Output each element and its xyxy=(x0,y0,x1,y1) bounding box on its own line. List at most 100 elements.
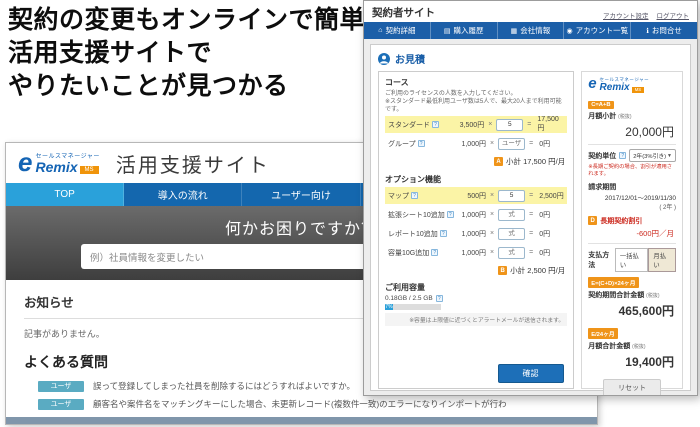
long-term-discount-label: 長期契約割引 xyxy=(600,217,643,225)
nav-tab-introduction[interactable]: 導入の流れ xyxy=(124,183,243,206)
subtotal-a-badge: A xyxy=(494,157,503,167)
usage-value: 0.18GB / 2.5 GB xyxy=(385,295,433,303)
tax-note: (税抜) xyxy=(646,292,660,299)
tax-note: (税抜) xyxy=(618,114,632,120)
support-site-footer-bar xyxy=(6,417,597,424)
tab-inquiry[interactable]: ℹ お問合せ xyxy=(631,22,697,39)
contract-site-header: 契約者サイト アカウント設定 ログアウト xyxy=(364,1,697,22)
usage-heading: ご利用容量 xyxy=(385,283,425,293)
estimate-heading: お見積 xyxy=(395,55,425,66)
tab-label: アカウント一覧 xyxy=(575,26,629,35)
tax-note: (税抜) xyxy=(632,343,646,350)
help-icon[interactable]: ? xyxy=(446,211,454,219)
contract-site-body: お見積 コース ご利用のライセンスの人数を入力してください。 ※スタンダード最低… xyxy=(364,39,697,395)
account-list-icon: ◉ xyxy=(566,27,573,35)
group-qty-input[interactable] xyxy=(498,137,526,150)
billing-span: ( 2年 ) xyxy=(659,204,676,211)
esales-logo: e セールスマネージャー Remix MS xyxy=(18,147,100,178)
headline: 契約の変更もオンラインで簡単 活用支援サイトで やりたいことが見つかる xyxy=(8,4,368,103)
tab-company-info[interactable]: ▦ 会社情報 xyxy=(498,22,565,39)
equals-sign: = xyxy=(529,211,534,219)
option-label: 容量10G追加 xyxy=(388,249,430,257)
contract-unit-value: 2年(3%引き) xyxy=(633,154,667,160)
logo-ms-badge: MS xyxy=(631,86,645,93)
company-info-icon: ▦ xyxy=(510,27,518,35)
option-label: 拡張シート10追加 xyxy=(388,211,445,219)
faq-item[interactable]: ユーザ 顧客名や案件名をマッチングキーにした場合、未更新レコード(複数件一致)の… xyxy=(38,398,579,410)
equals-sign: = xyxy=(529,140,534,148)
billing-period-value: 2017/12/01～2019/11/30 xyxy=(604,194,676,202)
page-title: 活用支援サイト xyxy=(115,154,270,177)
esales-logo-icon: e xyxy=(588,75,597,92)
search-placeholder: 例）社員情報を変更したい xyxy=(90,252,205,264)
payment-method-label: 支払方法 xyxy=(588,251,610,269)
course-note2: ※スタンダード最低利用ユーザ数は5人で、最大20人まで利用可能です。 xyxy=(385,99,562,114)
multiply-sign: × xyxy=(490,211,495,219)
estimate-person-icon xyxy=(378,52,390,65)
help-icon[interactable]: ? xyxy=(431,249,439,257)
contract-site-title: 契約者サイト xyxy=(372,7,435,19)
monthly-payment-button[interactable]: 月払い xyxy=(648,247,676,272)
row-total: 0円 xyxy=(539,211,551,219)
unit-price: 1,000円 xyxy=(461,249,486,257)
option-row-sheet: 拡張シート10追加 ? 1,000円 × = 0円 xyxy=(385,206,567,223)
summary-box: e セールスマネージャー Remix MS C=A+B 月額小計 (税抜) 20… xyxy=(581,71,683,395)
discount-value: -600円／月 xyxy=(636,228,674,238)
chevron-down-icon: ▼ xyxy=(667,152,672,159)
lump-sum-button[interactable]: 一括払い xyxy=(614,247,649,272)
unit-price: 1,000円 xyxy=(461,140,486,148)
account-settings-link[interactable]: アカウント設定 xyxy=(603,10,649,20)
contract-unit-label: 契約単位 xyxy=(588,152,617,160)
report-qty-input[interactable] xyxy=(498,227,526,240)
tab-label: お問合せ xyxy=(651,26,682,35)
help-icon[interactable]: ? xyxy=(411,192,418,200)
standard-qty-input[interactable] xyxy=(496,118,524,131)
multiply-sign: × xyxy=(490,140,495,148)
help-icon[interactable]: ? xyxy=(619,152,627,159)
billing-period-label: 請求期間 xyxy=(588,183,617,191)
row-total: 17,500円 xyxy=(537,116,559,133)
formula-d-badge: D xyxy=(588,216,598,226)
nav-tab-top[interactable]: TOP xyxy=(6,183,125,206)
discount-note: ※長期ご契約の場合、割引が適用されます。 xyxy=(588,164,673,177)
row-total: 0円 xyxy=(539,230,551,238)
unit-price: 1,000円 xyxy=(461,230,486,238)
multiply-sign: × xyxy=(490,192,495,200)
logout-link[interactable]: ログアウト xyxy=(657,10,690,20)
tab-label: 契約詳細 xyxy=(385,26,416,35)
usage-progress-bar: 7% xyxy=(385,304,441,311)
esales-logo-icon: e xyxy=(18,147,33,178)
logo-main-text: Remix xyxy=(35,159,78,176)
course-heading: コース xyxy=(385,78,409,87)
tab-account-list[interactable]: ◉ アカウント一覧 xyxy=(564,22,632,39)
tab-contract-details[interactable]: ⌂ 契約詳細 xyxy=(364,22,431,39)
payment-toggle: 一括払い 月払い xyxy=(614,247,676,272)
sheet-qty-input[interactable] xyxy=(498,208,526,221)
help-icon[interactable]: ? xyxy=(417,140,425,148)
options-heading: オプション機能 xyxy=(385,175,441,185)
usage-progress-fill: 7% xyxy=(385,304,393,311)
map-qty-input[interactable] xyxy=(498,189,526,202)
tab-purchase-history[interactable]: ▤ 購入履歴 xyxy=(431,22,498,39)
equals-sign: = xyxy=(529,230,534,238)
unit-price: 500円 xyxy=(467,192,486,200)
course-subtotal: 小計 17,500 円/月 xyxy=(506,157,566,167)
monthly-subtotal-label: 月額小計 xyxy=(588,113,617,120)
row-total: 0円 xyxy=(539,249,551,257)
nav-tab-user[interactable]: ユーザー向け xyxy=(242,183,361,206)
contract-site-window: 契約者サイト アカウント設定 ログアウト ⌂ 契約詳細 ▤ 購入履歴 ▦ 会社情… xyxy=(363,0,698,396)
capacity-qty-input[interactable] xyxy=(498,246,526,259)
contract-unit-select[interactable]: 2年(3%引き) ▼ xyxy=(629,149,676,162)
multiply-sign: × xyxy=(490,230,495,238)
contract-site-nav: ⌂ 契約詳細 ▤ 購入履歴 ▦ 会社情報 ◉ アカウント一覧 ℹ お問合せ xyxy=(364,22,697,39)
confirm-button[interactable]: 確認 xyxy=(497,364,564,383)
reset-button[interactable]: リセット xyxy=(603,378,662,395)
subtotal-b-badge: B xyxy=(498,266,508,276)
formula-e2-badge: E/24ヶ月 xyxy=(588,327,618,339)
help-icon[interactable]: ? xyxy=(432,121,439,129)
help-icon[interactable]: ? xyxy=(435,295,443,303)
equals-sign: = xyxy=(527,121,532,129)
course-options-box: コース ご利用のライセンスの人数を入力してください。 ※スタンダード最低利用ユー… xyxy=(378,71,575,389)
usage-note: ※容量は上限値に近づくとアラートメールが送信されます。 xyxy=(385,313,568,327)
help-icon[interactable]: ? xyxy=(439,230,447,238)
